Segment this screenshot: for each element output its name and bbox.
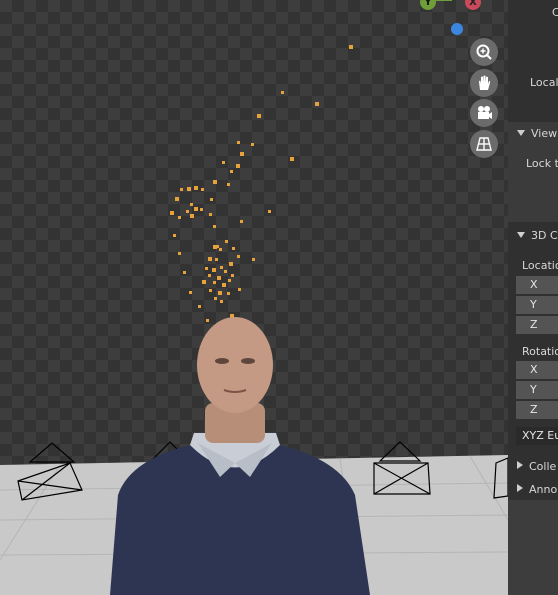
- expand-arrow-icon: [517, 484, 523, 492]
- zoom-button[interactable]: [470, 38, 498, 66]
- perspective-toggle-button[interactable]: [470, 130, 498, 158]
- grid-icon: [476, 137, 492, 151]
- gizmo-z-axis[interactable]: [451, 23, 463, 35]
- rotation-mode-dropdown[interactable]: XYZ Eu: [516, 427, 558, 445]
- rotation-y-field[interactable]: Y: [516, 381, 558, 399]
- location-z-field[interactable]: Z: [516, 316, 558, 334]
- pan-button[interactable]: [470, 69, 498, 97]
- location-y-field[interactable]: Y: [516, 296, 558, 314]
- expand-arrow-icon: [517, 461, 523, 469]
- view-section-header[interactable]: View: [508, 122, 558, 146]
- camera-view-button[interactable]: [470, 99, 498, 127]
- cursor-section-label: 3D C: [531, 229, 558, 242]
- 3d-viewport[interactable]: Y X: [0, 0, 508, 595]
- person-image: [110, 317, 370, 595]
- location-x-field[interactable]: X: [516, 276, 558, 294]
- collections-section-header[interactable]: Colle: [508, 455, 558, 479]
- location-label: Locatio: [522, 259, 558, 272]
- zoom-icon: [476, 44, 492, 60]
- panel-header-cut: C: [552, 6, 558, 19]
- lock-label: Lock t: [526, 157, 558, 170]
- panel-empty-area: [508, 500, 558, 595]
- local-label: Local: [530, 76, 558, 89]
- annotations-section-label: Anno: [529, 483, 558, 496]
- cursor-section-header[interactable]: 3D C: [508, 224, 558, 248]
- collapse-arrow-icon: [517, 130, 525, 136]
- collections-section-label: Colle: [529, 460, 557, 473]
- gizmo-y-axis-line: [434, 0, 452, 1]
- hand-pan-icon: [479, 75, 491, 90]
- sidebar-panel: C Local View Lock t 3D C Locatio X Y Z R…: [508, 0, 558, 500]
- collapse-arrow-icon: [517, 232, 525, 238]
- annotations-section-header[interactable]: Anno: [508, 478, 558, 500]
- rotation-x-field[interactable]: X: [516, 361, 558, 379]
- rotation-z-field[interactable]: Z: [516, 401, 558, 419]
- rotation-label: Rotatio: [522, 345, 558, 358]
- view-section-label: View: [531, 127, 558, 140]
- camera-icon: [478, 106, 492, 119]
